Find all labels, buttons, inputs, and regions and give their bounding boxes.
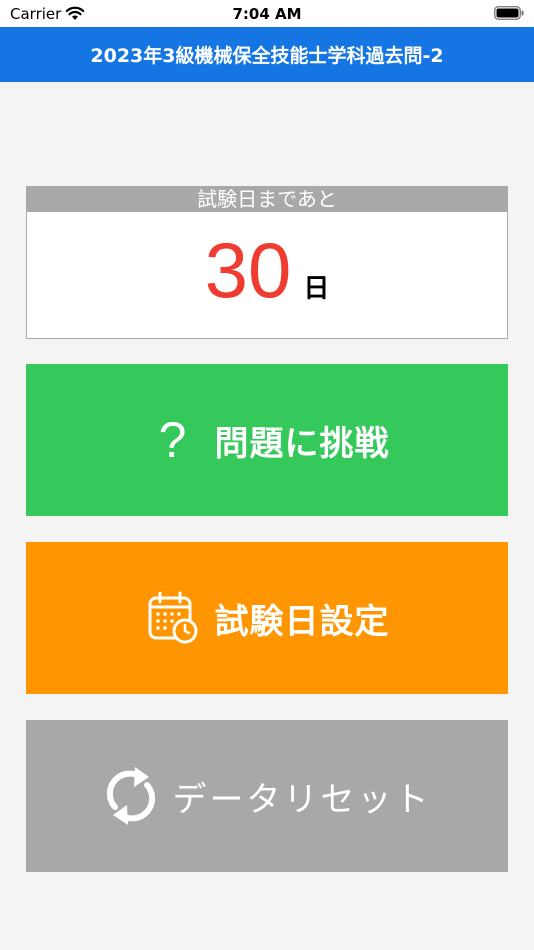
battery-icon [494, 6, 524, 20]
countdown-label: 試験日まであと [27, 187, 507, 212]
countdown-unit: 日 [303, 274, 330, 304]
page-title: 2023年3級機械保全技能士学科過去問-2 [90, 45, 444, 67]
challenge-button[interactable]: ? 問題に挑戦 [26, 364, 508, 516]
status-bar: Carrier 7:04 AM [0, 0, 534, 27]
calendar-clock-icon [145, 590, 201, 646]
countdown-card: 試験日まであと 30 日 [26, 186, 508, 339]
data-reset-button-label: データリセット [172, 779, 432, 820]
countdown-days: 30 [204, 226, 292, 314]
data-reset-button[interactable]: データリセット [26, 720, 508, 872]
countdown-value-row: 30 日 [27, 231, 507, 309]
exam-date-button-label: 試験日設定 [214, 601, 390, 642]
exam-date-button[interactable]: 試験日設定 [26, 542, 508, 694]
question-mark-icon: ? [158, 412, 187, 468]
status-time: 7:04 AM [232, 5, 302, 23]
challenge-button-label: 問題に挑戦 [214, 423, 390, 464]
navigation-bar: 2023年3級機械保全技能士学科過去問-2 [0, 27, 534, 82]
refresh-icon [103, 767, 159, 825]
